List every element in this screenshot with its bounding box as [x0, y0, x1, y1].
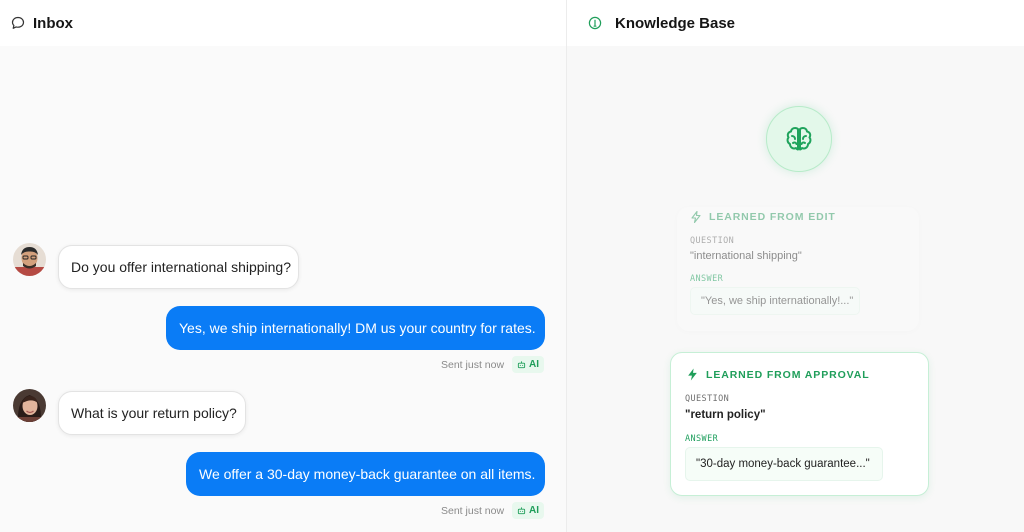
ai-badge-label: AI — [529, 359, 540, 370]
message-text: What is your return policy? — [71, 405, 237, 421]
message-meta: Sent just now AI — [441, 356, 545, 373]
question-text: "return policy" — [685, 409, 766, 421]
knowledge-card[interactable]: LEARNED FROM EDIT QUESTION "internationa… — [677, 207, 919, 331]
inbox-header: Inbox — [0, 0, 566, 46]
message-meta: Sent just now AI — [441, 502, 545, 519]
card-source-label: LEARNED FROM EDIT — [709, 211, 836, 223]
message-status: Sent just now — [441, 358, 505, 371]
card-source: LEARNED FROM APPROVAL — [686, 368, 870, 381]
question-label: QUESTION — [685, 394, 730, 404]
avatar — [13, 243, 46, 276]
question-text: "international shipping" — [690, 250, 802, 262]
brain-badge — [766, 106, 832, 172]
answer-text: "Yes, we ship internationally!..." — [690, 287, 860, 315]
ai-badge: AI — [512, 502, 545, 519]
knowledge-base-header: Knowledge Base — [567, 0, 1024, 46]
knowledge-base-panel: Knowledge Base LEARNED FROM EDIT QUESTIO… — [567, 0, 1024, 532]
message-bubble-incoming: Do you offer international shipping? — [58, 245, 299, 289]
answer-label: ANSWER — [690, 274, 724, 284]
message-text: We offer a 30-day money-back guarantee o… — [199, 466, 536, 482]
message-status: Sent just now — [441, 504, 505, 517]
ai-badge: AI — [512, 356, 545, 373]
card-source-label: LEARNED FROM APPROVAL — [706, 368, 870, 381]
message-bubble-incoming: What is your return policy? — [58, 391, 246, 435]
lightning-icon — [686, 368, 699, 381]
lightning-icon — [690, 211, 702, 223]
inbox-panel: Inbox Do you offer international shippin… — [0, 0, 566, 532]
message-text: Yes, we ship internationally! DM us your… — [179, 320, 536, 336]
lightbulb-icon — [588, 16, 602, 30]
robot-icon — [517, 506, 526, 515]
message-bubble-outgoing: Yes, we ship internationally! DM us your… — [166, 306, 545, 350]
message-bubble-outgoing: We offer a 30-day money-back guarantee o… — [186, 452, 545, 496]
brain-icon — [783, 123, 815, 155]
chat-bubble-icon — [11, 16, 25, 30]
message-text: Do you offer international shipping? — [71, 259, 292, 275]
question-label: QUESTION — [690, 236, 735, 246]
knowledge-base-title: Knowledge Base — [615, 14, 736, 32]
knowledge-card[interactable]: LEARNED FROM APPROVAL QUESTION "return p… — [670, 352, 929, 496]
ai-badge-label: AI — [529, 505, 540, 516]
card-source: LEARNED FROM EDIT — [690, 211, 836, 223]
inbox-title: Inbox — [33, 14, 73, 32]
answer-text: "30-day money-back guarantee..." — [685, 447, 883, 481]
answer-label: ANSWER — [685, 434, 719, 444]
avatar — [13, 389, 46, 422]
robot-icon — [517, 360, 526, 369]
